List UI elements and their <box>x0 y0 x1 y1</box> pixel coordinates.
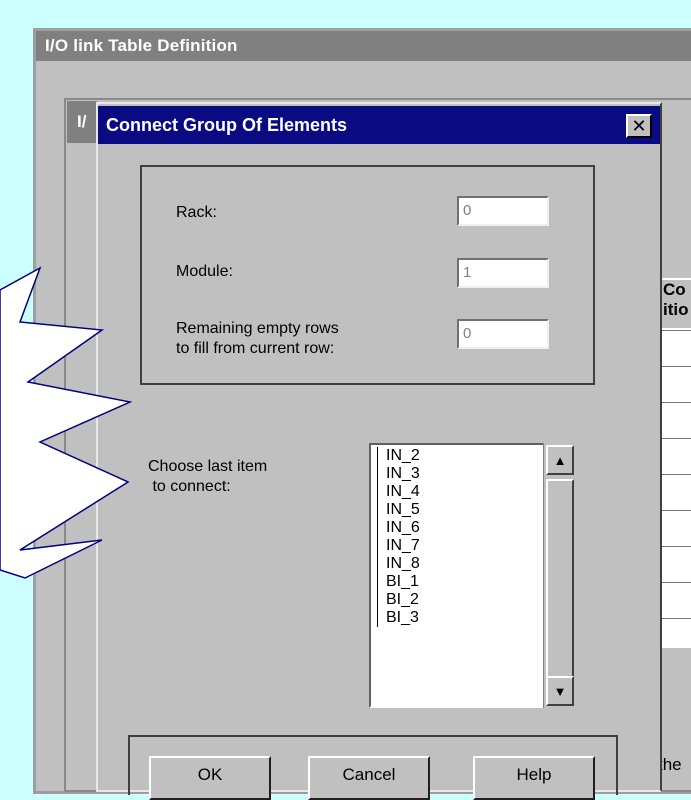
starburst-callout <box>0 266 133 579</box>
starburst-shape <box>0 266 133 579</box>
